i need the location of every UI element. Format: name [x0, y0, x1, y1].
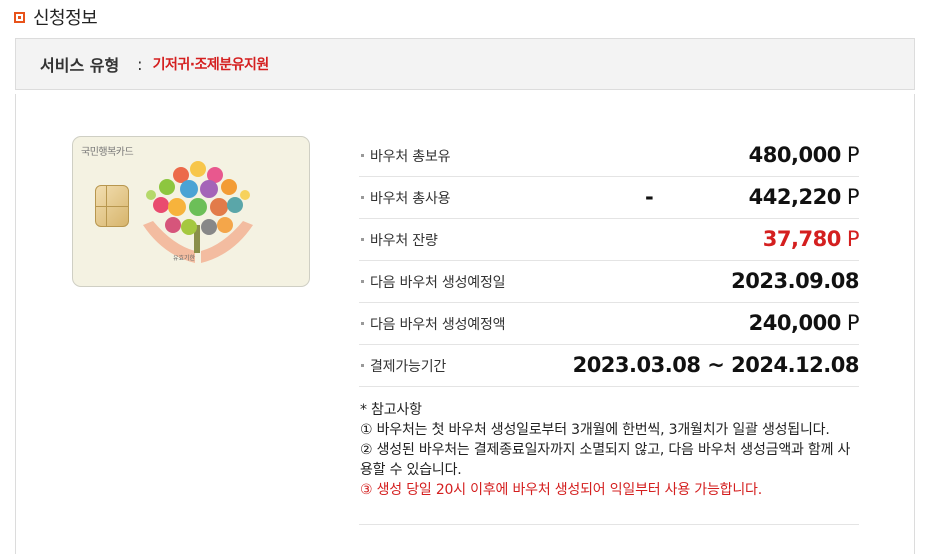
- row-label: 바우처 총사용: [370, 190, 451, 207]
- note-item: ① 바우처는 첫 바우처 생성일로부터 3개월에 한번씩, 3개월치가 일괄 생…: [360, 422, 830, 438]
- row-balance: 바우처 잔량 37,780 P: [359, 219, 860, 261]
- row-total-used: 바우처 총사용 - 442,220 P: [359, 177, 860, 219]
- card-chip-icon: [95, 185, 129, 227]
- bullet-icon: [361, 322, 364, 325]
- bullet-icon: [361, 238, 364, 241]
- notes-title: * 참고사항: [360, 402, 422, 418]
- row-payment-period: 결제가능기간 2023.03.08 ~ 2024.12.08: [359, 345, 860, 387]
- row-total-holding: 바우처 총보유 480,000 P: [359, 135, 860, 177]
- row-next-amount: 다음 바우처 생성예정액 240,000 P: [359, 303, 860, 345]
- service-type-label: 서비스 유형: [40, 56, 120, 75]
- row-next-date: 다음 바우처 생성예정일 2023.09.08: [359, 261, 859, 303]
- row-value: 442,220 P: [748, 185, 860, 209]
- voucher-info-list: 바우처 총보유 480,000 P 바우처 총사용 - 442,220 P 바우처 …: [359, 135, 860, 387]
- row-value: 2023.03.08 ~ 2024.12.08: [572, 353, 860, 377]
- section-header: 신청정보: [14, 6, 98, 29]
- row-value: 480,000 P: [748, 143, 860, 167]
- row-label: 다음 바우처 생성예정액: [370, 316, 506, 333]
- notes-divider: [359, 524, 859, 525]
- row-value: 2023.09.08: [731, 269, 859, 293]
- row-value: 37,780 P: [762, 227, 860, 251]
- note-item: ② 생성된 바우처는 결제종료일자까지 소멸되지 않고, 다음 바우처 생성금액…: [360, 442, 851, 478]
- bullet-icon: [361, 154, 364, 157]
- bullet-icon: [361, 364, 364, 367]
- bullet-icon: [361, 196, 364, 199]
- card-caption: 유효기한: [173, 255, 196, 262]
- section-title: 신청정보: [33, 8, 98, 29]
- card-brand: 국민행복카드: [81, 147, 134, 158]
- service-type-box: 서비스 유형 : 기저귀·조제분유지원: [15, 38, 915, 90]
- happiness-card-icon: 국민행복카드 유효기한: [72, 136, 310, 287]
- row-label: 바우처 총보유: [370, 148, 451, 165]
- note-item-warning: ③ 생성 당일 20시 이후에 바우처 생성되어 익일부터 사용 가능합니다.: [360, 482, 762, 498]
- row-label: 다음 바우처 생성예정일: [370, 274, 506, 291]
- minus-sign: -: [645, 185, 654, 209]
- orange-square-icon: [14, 11, 25, 23]
- notes-section: * 참고사항 ① 바우처는 첫 바우처 생성일로부터 3개월에 한번씩, 3개월…: [360, 400, 860, 500]
- service-type-colon: :: [137, 54, 143, 74]
- row-label: 결제가능기간: [370, 358, 447, 375]
- bullet-icon: [361, 280, 364, 283]
- row-label: 바우처 잔량: [370, 232, 438, 249]
- tree-people-illustration-icon: [143, 161, 253, 263]
- service-type-value: 기저귀·조제분유지원: [152, 57, 270, 73]
- row-value: 240,000 P: [748, 311, 860, 335]
